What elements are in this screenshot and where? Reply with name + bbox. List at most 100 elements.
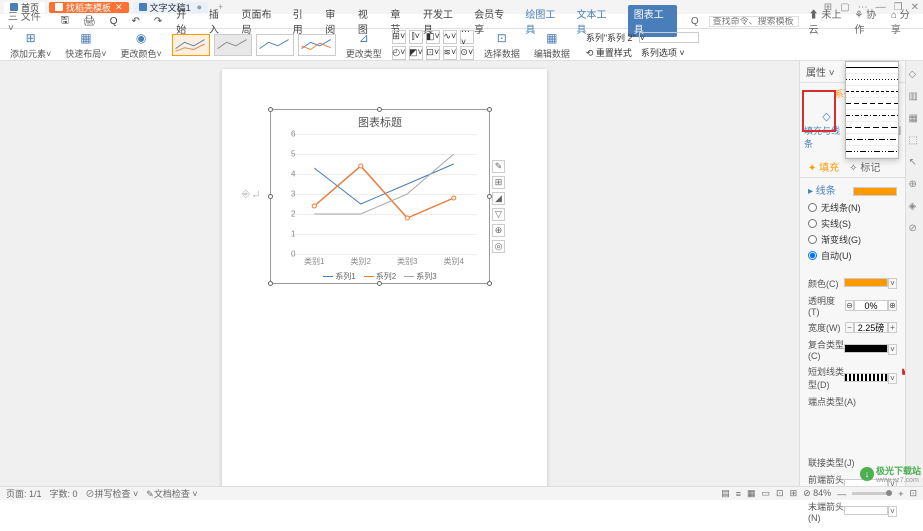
color-dd[interactable]: ˅ [888, 278, 897, 289]
search-input[interactable] [709, 16, 799, 27]
dash-opt-4[interactable] [846, 98, 898, 110]
qat-save-icon[interactable]: 🖫 [60, 13, 69, 30]
share-button[interactable]: ⌂ 分享 [891, 6, 915, 36]
w-inc[interactable]: + [888, 322, 897, 333]
handle-bl[interactable] [268, 281, 273, 286]
op-inc[interactable]: ⊕ [888, 300, 897, 311]
rb8[interactable]: ⊡˅ [426, 46, 440, 60]
qat-print-icon[interactable]: 🖨 [83, 16, 96, 27]
compound-dd[interactable] [844, 344, 888, 353]
dash-opt-5[interactable] [846, 110, 898, 122]
tab-template[interactable]: 找稻壳模板✕ [49, 2, 129, 13]
zoom-level[interactable]: ⊘ 84% [803, 488, 831, 499]
dash-opt-3[interactable] [846, 86, 898, 98]
style-1[interactable] [172, 34, 210, 56]
change-color[interactable]: ◉更改颜色˅ [117, 30, 166, 60]
radio-grad[interactable]: 渐变线(G) [808, 233, 897, 246]
spell-check[interactable]: ⊘拼写检查 ˅ [86, 487, 139, 500]
rb7[interactable]: ◩˅ [409, 46, 423, 60]
vt-2[interactable]: ▥ [909, 91, 921, 103]
chart[interactable]: 图表标题 0123456 类别1类别2类别3类别4 系列1系列2系列3 ✎ ⊞ … [270, 109, 490, 284]
radio-none[interactable]: 无线条(N) [808, 201, 897, 214]
rb9[interactable]: ≋˅ [443, 46, 457, 60]
vt-4[interactable]: ⬚ [909, 135, 921, 147]
handle-br[interactable] [487, 281, 492, 286]
w-dec[interactable]: − [845, 322, 854, 333]
select-data[interactable]: ⊡选择数据 [480, 30, 524, 60]
handle-tm[interactable] [377, 107, 382, 112]
st-4[interactable]: ▽ [492, 208, 505, 221]
handle-tl[interactable] [268, 107, 273, 112]
cloud-status[interactable]: ⬆ 未上云 [809, 6, 845, 36]
sub-mark[interactable]: ✧ 标记 [849, 159, 880, 174]
opacity-input[interactable] [854, 300, 888, 311]
tab-doc[interactable]: 文字文稿1● [133, 2, 208, 13]
edit-data[interactable]: ▦编辑数据 [530, 30, 574, 60]
width-input[interactable] [854, 322, 888, 333]
view-6[interactable]: ⊞ [790, 488, 798, 499]
dash-dd[interactable] [844, 373, 888, 382]
st-3[interactable]: ◢ [492, 192, 505, 205]
panel-title[interactable]: 属性 ˅ [806, 64, 835, 79]
st-6[interactable]: ◎ [492, 240, 505, 253]
rb4[interactable]: ∿˅ [443, 30, 457, 44]
menu-start[interactable]: 开始 [176, 6, 195, 36]
menu-insert[interactable]: 插入 [209, 6, 228, 36]
view-5[interactable]: ⊡ [776, 488, 784, 499]
zoom-out[interactable]: — [837, 489, 846, 499]
rb5[interactable]: ⋯˅ [460, 30, 474, 44]
radio-solid[interactable]: 实线(S) [808, 217, 897, 230]
rb3[interactable]: ◧˅ [426, 30, 440, 44]
handle-bm[interactable] [377, 281, 382, 286]
chart-title[interactable]: 图表标题 [271, 110, 489, 134]
style-4[interactable] [298, 34, 336, 56]
vt-1[interactable]: ◇ [909, 69, 921, 81]
st-2[interactable]: ⊞ [492, 176, 505, 189]
view-2[interactable]: ≡ [736, 489, 741, 499]
st-1[interactable]: ✎ [492, 160, 505, 173]
vt-6[interactable]: ⊕ [909, 179, 921, 191]
menu-layout[interactable]: 页面布局 [241, 6, 278, 36]
qat-preview-icon[interactable]: Q [110, 16, 118, 27]
dash-opt-1[interactable] [846, 62, 898, 74]
dash-opt-6[interactable] [846, 122, 898, 134]
vt-5[interactable]: ↖ [909, 157, 921, 169]
vt-3[interactable]: ▦ [909, 113, 921, 125]
dash-opt-2[interactable] [846, 74, 898, 86]
style-2[interactable] [214, 34, 252, 56]
zoom-fit[interactable]: ⊡ [909, 488, 917, 499]
rb10[interactable]: ⊙˅ [460, 46, 474, 60]
vt-7[interactable]: ◈ [909, 201, 921, 213]
dash-opt-7[interactable] [846, 134, 898, 146]
series-options[interactable]: 系列选项 ˅ [641, 46, 685, 59]
add-element[interactable]: ⊞添加元素˅ [6, 30, 55, 60]
series-dd[interactable]: ˅ [639, 32, 699, 43]
coop-button[interactable]: ⚘ 协作 [854, 6, 881, 36]
st-5[interactable]: ⊕ [492, 224, 505, 237]
op-dec[interactable]: ⊖ [845, 300, 854, 311]
rb2[interactable]: ⫿˅ [409, 30, 423, 44]
change-type[interactable]: ⊿更改类型 [342, 30, 386, 60]
vt-8[interactable]: ⊘ [909, 223, 921, 235]
rb6[interactable]: ◴˅ [392, 46, 406, 60]
sub-fill[interactable]: ✦ 填充 [808, 159, 839, 174]
view-3[interactable]: ▦ [747, 488, 756, 499]
view-1[interactable]: ▤ [721, 488, 730, 499]
dash-opt-8[interactable] [846, 146, 898, 158]
reset-style[interactable]: ⟲ 重置样式 [586, 46, 632, 59]
radio-auto[interactable]: 自动(U) [808, 249, 897, 262]
view-4[interactable]: ▭ [762, 488, 771, 499]
rb1[interactable]: ⊞˅ [392, 30, 406, 44]
zoom-in[interactable]: + [898, 489, 903, 499]
qat-undo-icon[interactable]: ↶ [132, 16, 140, 27]
plot-area[interactable]: 0123456 [283, 134, 477, 254]
qat-redo-icon[interactable]: ↷ [154, 16, 162, 27]
end-arrow-dd[interactable] [844, 506, 888, 515]
menu-ref[interactable]: 引用 [293, 6, 312, 36]
handle-ml[interactable] [268, 194, 273, 199]
style-3[interactable] [256, 34, 294, 56]
quick-layout[interactable]: ▦快速布局˅ [61, 30, 110, 60]
color-picker[interactable] [844, 278, 888, 287]
handle-tr[interactable] [487, 107, 492, 112]
doc-check[interactable]: ✎文档检查 ˅ [146, 487, 197, 500]
